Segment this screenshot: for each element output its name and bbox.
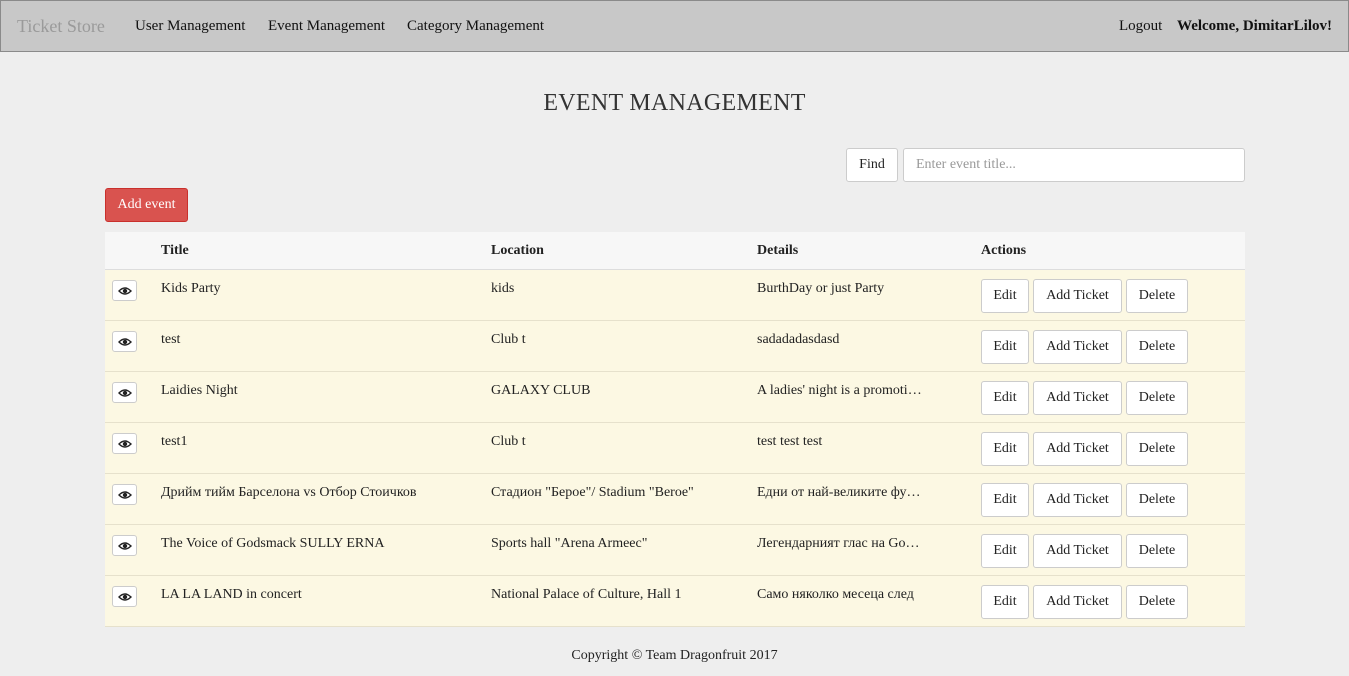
add-ticket-button[interactable]: Add Ticket [1033,432,1122,466]
event-details: A ladies' night is a promotional event [757,383,923,398]
welcome-message: Welcome, DimitarLilov! [1177,18,1332,34]
table-row: Kids Party kids BurthDay or just Party Edit… [105,270,1245,321]
delete-button[interactable]: Delete [1126,432,1188,466]
eye-icon [117,592,132,601]
add-ticket-button[interactable]: Add Ticket [1033,381,1122,415]
view-event-button[interactable] [112,535,137,556]
event-location: Club t [491,332,526,347]
delete-button[interactable]: Delete [1126,585,1188,619]
edit-button[interactable]: Edit [981,330,1029,364]
nav-user-management[interactable]: User Management [135,18,245,35]
eye-icon [117,286,132,295]
table-body: Kids Party kids BurthDay or just Party Edit… [105,270,1245,627]
event-location: Club t [491,434,526,449]
delete-button[interactable]: Delete [1126,330,1188,364]
event-title: test1 [161,434,188,449]
navbar: Ticket Store User Management Event Manag… [0,0,1349,52]
edit-button[interactable]: Edit [981,432,1029,466]
view-event-button[interactable] [112,331,137,352]
view-event-button[interactable] [112,382,137,403]
edit-button[interactable]: Edit [981,381,1029,415]
nav-category-management[interactable]: Category Management [407,18,544,35]
table-row: test Club t sadadadasdasd Edit Add Ticket Del… [105,321,1245,372]
event-title: Дрийм тийм Барселона vs Отбор Стоичков [161,485,417,500]
view-event-button[interactable] [112,484,137,505]
eye-icon [117,337,132,346]
add-ticket-button[interactable]: Add Ticket [1033,279,1122,313]
eye-icon [117,439,132,448]
add-ticket-button[interactable]: Add Ticket [1033,585,1122,619]
table-row: Laidies Night GALAXY CLUB A ladies' night … [105,372,1245,423]
view-event-button[interactable] [112,586,137,607]
page-title: EVENT MANAGEMENT [543,90,806,116]
eye-icon [117,490,132,499]
header-title: Title [161,243,189,258]
event-details: Легендарният глас на Godsmack [757,536,923,551]
event-details: test test test [757,434,823,449]
table-header: Title Location Details Actions [105,232,1245,270]
add-event-button[interactable]: Add event [105,188,188,222]
event-location: Sports hall "Arena Armeec" [491,536,648,551]
eye-icon [117,541,132,550]
add-ticket-button[interactable]: Add Ticket [1033,534,1122,568]
find-button[interactable]: Find [846,148,898,182]
delete-button[interactable]: Delete [1126,381,1188,415]
edit-button[interactable]: Edit [981,585,1029,619]
event-title: Kids Party [161,281,221,296]
event-details: Едни от най-великите футболисти [757,485,923,500]
brand-logo[interactable]: Ticket Store [17,16,105,37]
event-details: sadadadasdasd [757,332,840,347]
edit-button[interactable]: Edit [981,279,1029,313]
event-details: BurthDay or just Party [757,281,885,296]
table-row: test1 Club t test test test Edit Add Ticket D… [105,423,1245,474]
nav-event-management[interactable]: Event Management [268,18,385,35]
edit-button[interactable]: Edit [981,534,1029,568]
event-location: GALAXY CLUB [491,383,591,398]
search-input[interactable] [903,148,1245,182]
delete-button[interactable]: Delete [1126,534,1188,568]
add-ticket-button[interactable]: Add Ticket [1033,483,1122,517]
table-row: The Voice of Godsmack SULLY ERNA Sports h… [105,525,1245,576]
logout-link[interactable]: Logout [1119,18,1162,35]
delete-button[interactable]: Delete [1126,279,1188,313]
header-location: Location [491,243,544,258]
event-title: The Voice of Godsmack SULLY ERNA [161,536,385,551]
event-details: Само няколко месеца след [757,587,914,602]
eye-icon [117,388,132,397]
table-row: LA LA LAND in concert National Palace of … [105,576,1245,627]
table-row: Дрийм тийм Барселона vs Отбор Стоичков Ст… [105,474,1245,525]
view-event-button[interactable] [112,433,137,454]
event-title: Laidies Night [161,383,238,398]
event-location: kids [491,281,515,296]
edit-button[interactable]: Edit [981,483,1029,517]
header-actions: Actions [981,243,1027,258]
add-ticket-button[interactable]: Add Ticket [1033,330,1122,364]
view-event-button[interactable] [112,280,137,301]
header-details: Details [757,243,799,258]
delete-button[interactable]: Delete [1126,483,1188,517]
event-location: National Palace of Culture, Hall 1 [491,587,682,602]
footer-copyright: Copyright © Team Dragonfruit 2017 [571,648,778,663]
event-location: Стадион "Берое"/ Stadium "Beroe" [491,485,694,500]
event-title: LA LA LAND in concert [161,587,302,602]
event-title: test [161,332,181,347]
events-table: Title Location Details Actions Kids Part… [105,232,1245,627]
